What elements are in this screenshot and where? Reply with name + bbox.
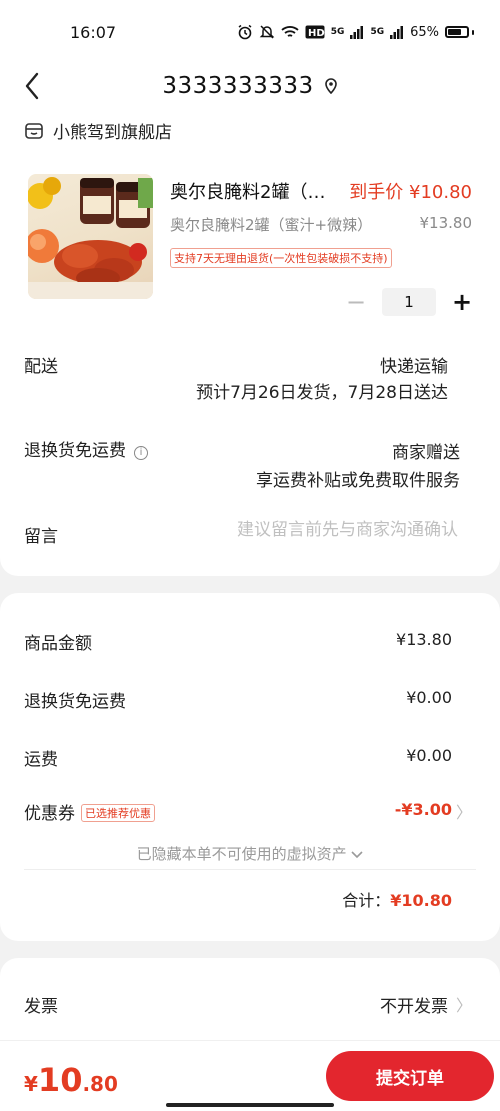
location-pin-icon: [324, 78, 337, 94]
address-phone: 3333333333: [162, 73, 314, 99]
price-summary-card: 商品金额 ¥13.80 退换货免运费 ¥0.00 运费 ¥0.00 优惠券 已选推…: [0, 593, 500, 941]
address-title[interactable]: 3333333333: [162, 73, 337, 99]
return-shipping-detail: 享运费补贴或免费取件服务: [256, 471, 460, 491]
delivery-estimate: 预计7月26日发货，7月28日送达: [196, 383, 448, 403]
return-fee-value: ¥0.00: [406, 688, 452, 707]
total-row: 合计：¥10.80: [342, 887, 452, 911]
message-input[interactable]: [158, 520, 458, 540]
total-label: 合计：: [342, 891, 391, 910]
status-time: 16:07: [70, 22, 117, 42]
product-photo: [28, 177, 153, 299]
battery-percent: 65%: [410, 24, 439, 40]
order-card: 小熊驾到旗舰店 奥尔良腌料2罐（蜜汁+微辣） 到手价 ¥10.80 奥尔良腌料2…: [0, 108, 500, 576]
chevron-right-icon[interactable]: 〉: [456, 799, 472, 823]
product-image[interactable]: [28, 174, 153, 299]
quantity-stepper: − 1 +: [344, 288, 474, 316]
info-icon[interactable]: i: [134, 446, 148, 460]
original-price: ¥13.80: [419, 214, 473, 232]
invoice-chevron-icon[interactable]: 〉: [456, 992, 472, 1016]
coupon-recommended-badge: 已选推荐优惠: [81, 804, 155, 822]
price-integer: 10: [37, 1061, 83, 1099]
hidden-assets-toggle[interactable]: 已隐藏本单不可使用的虚拟资产: [0, 843, 500, 864]
hd-icon: HD: [305, 25, 325, 39]
bottom-total-price: ¥10.80: [24, 1061, 118, 1099]
alarm-icon: [238, 24, 252, 40]
signal-1-icon: 5G: [330, 27, 345, 37]
battery-icon: [445, 26, 474, 38]
bottom-bar: ¥10.80 提交订单: [0, 1040, 500, 1111]
shop-row[interactable]: 小熊驾到旗舰店: [24, 118, 172, 143]
status-icons: HD 5G 5G 65%: [237, 24, 474, 40]
currency-symbol: ¥: [24, 1072, 38, 1096]
coupon-row[interactable]: 优惠券 已选推荐优惠: [24, 799, 155, 824]
message-label: 留言: [24, 527, 58, 547]
svg-text:HD: HD: [308, 28, 325, 39]
coupon-label: 优惠券: [24, 804, 75, 824]
home-indicator[interactable]: [166, 1103, 334, 1107]
shipping-fee-value: ¥0.00: [406, 746, 452, 765]
return-policy-badge: 支持7天无理由退货(一次性包装破损不支持): [170, 248, 392, 268]
quantity-value[interactable]: 1: [382, 288, 436, 316]
signal-bars-2-icon: [390, 26, 404, 39]
wifi-icon: [281, 26, 299, 37]
submit-order-button[interactable]: 提交订单: [326, 1051, 494, 1101]
invoice-value[interactable]: 不开发票: [380, 992, 448, 1017]
goods-amount-value: ¥13.80: [396, 630, 452, 649]
return-shipping-label: 退换货免运费: [24, 441, 126, 461]
shop-name: 小熊驾到旗舰店: [53, 123, 172, 143]
mute-bell-icon: [259, 25, 275, 39]
return-shipping-value: 商家赠送: [392, 443, 460, 463]
product-name[interactable]: 奥尔良腌料2罐（蜜汁+微辣）: [170, 178, 340, 204]
final-price: 到手价 ¥10.80: [349, 182, 472, 203]
product-variant[interactable]: 奥尔良腌料2罐（蜜汁+微辣）: [170, 214, 372, 235]
store-icon: [25, 122, 43, 139]
total-value: ¥10.80: [390, 891, 452, 910]
price-decimal: .80: [82, 1072, 118, 1096]
decrease-quantity-button[interactable]: −: [344, 288, 368, 316]
status-bar: 16:07 HD 5G 5G 65%: [0, 0, 500, 64]
return-shipping-row: 退换货免运费 i: [24, 436, 148, 461]
page-header: 3333333333: [0, 64, 500, 108]
goods-amount-label: 商品金额: [24, 634, 92, 654]
increase-quantity-button[interactable]: +: [450, 288, 474, 316]
signal-2-icon: 5G: [370, 27, 385, 37]
divider: [24, 869, 476, 870]
return-fee-label: 退换货免运费: [24, 692, 126, 712]
invoice-label: 发票: [24, 997, 58, 1017]
chevron-down-icon: [351, 851, 363, 859]
back-button[interactable]: [24, 68, 52, 104]
shipping-fee-label: 运费: [24, 750, 58, 770]
delivery-label: 配送: [24, 357, 58, 377]
signal-bars-icon: [350, 26, 364, 39]
delivery-method[interactable]: 快递运输: [380, 352, 448, 377]
coupon-value[interactable]: -¥3.00: [395, 800, 452, 819]
chevron-left-icon: [25, 72, 39, 100]
hidden-assets-text: 已隐藏本单不可使用的虚拟资产: [136, 845, 347, 863]
